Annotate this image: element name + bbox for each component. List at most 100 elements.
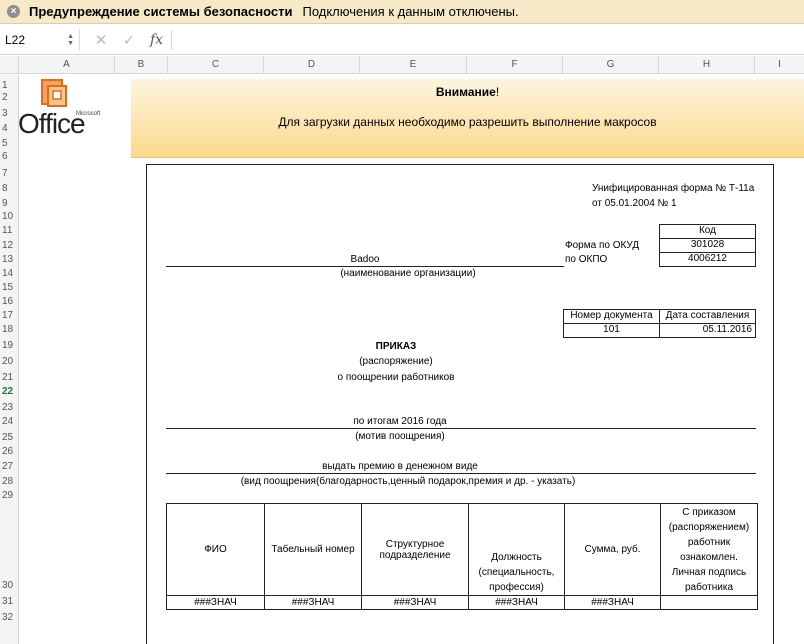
row-header-11[interactable]: 11 [0,225,19,236]
row-header-21[interactable]: 21 [0,372,19,383]
column-header-f[interactable]: F [467,56,563,74]
order-subject: о поощрении работников [337,372,455,383]
row-header-15[interactable]: 15 [0,282,19,293]
table-header-cell: Табельный номер [264,503,362,596]
okud-code-cell: 301028 [659,238,756,253]
organization-caption: (наименование организации) [340,268,476,279]
doc-number-value: 101 [563,323,660,338]
name-box-value: L22 [5,32,26,47]
formula-input[interactable] [172,29,804,51]
form-header-line2: от 05.01.2004 № 1 [592,198,677,209]
row-header-31[interactable]: 31 [0,596,19,607]
row-header-2[interactable]: 2 [0,92,19,103]
macro-warning-banner: Внимание! Для загрузки данных необходимо… [131,79,804,158]
table-header-cell: С приказом (распоряжением) работник озна… [660,503,758,596]
order-subtitle: (распоряжение) [359,356,433,367]
reward-text: выдать премию в денежном виде [322,461,478,472]
doc-number-header: Номер документа [563,309,660,324]
enter-icon[interactable]: ✓ [122,31,136,49]
form-header-line1: Унифицированная форма № Т-11а [592,183,755,194]
table-header-cell: ФИО [166,503,265,596]
motive-text: по итогам 2016 года [353,416,447,427]
banner-title-suffix: ! [495,85,500,99]
row-header-3[interactable]: 3 [0,108,19,119]
code-header-cell: Код [659,224,756,239]
stepper-icon[interactable]: ▲ ▼ [67,33,74,47]
organization-name: Badoo [350,254,380,265]
order-title: ПРИКАЗ [375,341,417,352]
insert-function-icon[interactable]: fx [150,32,163,48]
logo-word: Office [18,108,86,139]
row-header-7[interactable]: 7 [0,168,19,179]
row-header-1[interactable]: 1 [0,80,19,91]
row-header-8[interactable]: 8 [0,183,19,194]
row-header-26[interactable]: 26 [0,446,19,457]
row-header-9[interactable]: 9 [0,198,19,209]
row-header-23[interactable]: 23 [0,402,19,413]
column-headers: A B C D E F G H I [0,56,804,74]
row-header-13[interactable]: 13 [0,254,19,265]
doc-date-value: 05.11.2016 [659,323,756,338]
column-header-a[interactable]: A [19,56,115,74]
row-header-16[interactable]: 16 [0,296,19,307]
office-logo-icon [41,79,67,107]
motive-caption: (мотив поощрения) [355,431,445,442]
row-header-5[interactable]: 5 [0,138,19,149]
table-cell[interactable]: ###ЗНАЧ [166,595,265,610]
row-header-32[interactable]: 32 [0,612,19,623]
row-header-22[interactable]: 22 [0,386,19,397]
close-icon[interactable]: × [7,5,20,18]
column-header-c[interactable]: C [168,56,264,74]
row-header-28[interactable]: 28 [0,476,19,487]
column-header-i[interactable]: I [755,56,804,74]
row-header-10[interactable]: 10 [0,211,19,222]
table-cell[interactable]: ###ЗНАЧ [361,595,469,610]
table-cell[interactable]: ###ЗНАЧ [468,595,565,610]
row-header-24[interactable]: 24 [0,416,19,427]
reward-caption: (вид поощрения(благодарность,ценный пода… [240,476,576,487]
office-logo: Microsoft Office [18,78,100,140]
table-header-row: ФИО Табельный номер Структурное подразде… [166,503,758,596]
okud-label: Форма по ОКУД [565,240,640,251]
okpo-label: по ОКПО [565,254,608,265]
row-headers: 1 2 3 4 5 6 7 8 9 10 11 12 13 14 15 16 17 18 19 20 21 22 23 24 2… [0,75,19,644]
row-header-4[interactable]: 4 [0,123,19,134]
row-header-14[interactable]: 14 [0,268,19,279]
security-warning-title: Предупреждение системы безопасности [29,4,293,19]
row-header-18[interactable]: 18 [0,324,19,335]
organization-underline [166,266,564,267]
banner-message: Для загрузки данных необходимо разрешить… [278,115,657,129]
reward-underline [166,473,756,474]
row-header-17[interactable]: 17 [0,310,19,321]
table-row: ###ЗНАЧ ###ЗНАЧ ###ЗНАЧ ###ЗНАЧ ###ЗНАЧ [166,595,758,610]
column-header-e[interactable]: E [360,56,467,74]
formula-bar: L22 ▲ ▼ ✕ ✓ fx [0,25,804,55]
security-warning-message: Подключения к данным отключены. [302,4,519,19]
row-header-20[interactable]: 20 [0,356,19,367]
motive-underline [166,428,756,429]
column-header-h[interactable]: H [659,56,755,74]
row-header-30[interactable]: 30 [0,580,19,591]
doc-date-header: Дата составления [659,309,756,324]
column-header-g[interactable]: G [563,56,659,74]
column-header-b[interactable]: B [115,56,168,74]
column-header-d[interactable]: D [264,56,360,74]
row-header-29[interactable]: 29 [0,490,19,501]
employees-table: ФИО Табельный номер Структурное подразде… [166,503,758,610]
name-box[interactable]: L22 ▲ ▼ [0,28,80,51]
row-header-27[interactable]: 27 [0,461,19,472]
row-header-19[interactable]: 19 [0,340,19,351]
table-cell[interactable]: ###ЗНАЧ [564,595,661,610]
row-header-12[interactable]: 12 [0,240,19,251]
row-header-6[interactable]: 6 [0,151,19,162]
okpo-code-cell: 4006212 [659,252,756,267]
table-cell[interactable]: ###ЗНАЧ [264,595,362,610]
table-header-cell: Должность (специальность, профессия) [468,503,565,596]
cancel-icon[interactable]: ✕ [94,31,108,49]
select-all-corner[interactable] [0,56,19,74]
security-warning-bar: × Предупреждение системы безопасности По… [0,0,804,24]
table-header-cell: Сумма, руб. [564,503,661,596]
banner-title-text: Внимание [435,85,496,99]
row-header-25[interactable]: 25 [0,432,19,443]
table-cell[interactable] [660,595,758,610]
